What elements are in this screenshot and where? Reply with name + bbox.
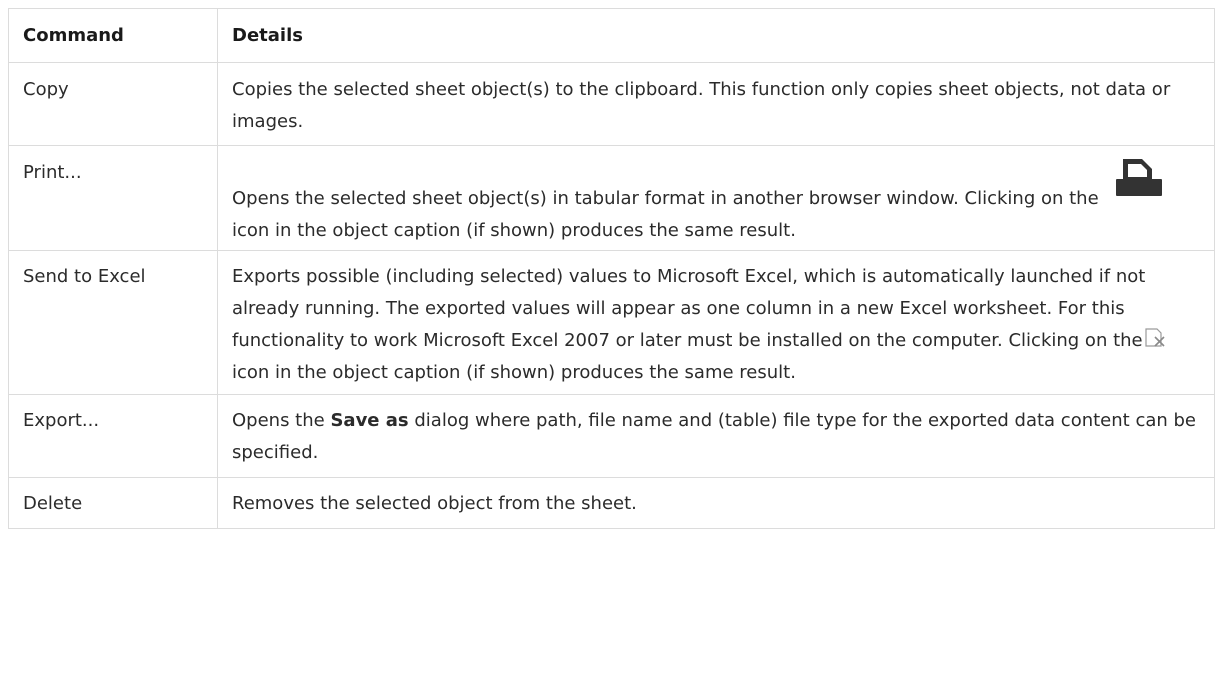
table-row: Send to Excel Exports possible (includin… bbox=[8, 250, 1215, 395]
details-text: Opens the bbox=[232, 410, 325, 431]
save-as-term: Save as bbox=[330, 410, 409, 431]
table-row: Export... Opens the Save as dialog where… bbox=[8, 394, 1215, 478]
details-text: Opens the selected sheet object(s) in ta… bbox=[232, 188, 1099, 209]
details-text: icon in the object caption (if shown) pr… bbox=[232, 220, 796, 241]
header-command: Command bbox=[8, 8, 218, 63]
details-cell: Exports possible (including selected) va… bbox=[217, 250, 1215, 395]
print-icon bbox=[1107, 157, 1170, 215]
command-cell: Export... bbox=[8, 394, 218, 478]
command-cell: Send to Excel bbox=[8, 250, 218, 395]
command-cell: Copy bbox=[8, 62, 218, 146]
details-text: icon in the object caption (if shown) pr… bbox=[232, 362, 796, 383]
details-cell: Removes the selected object from the she… bbox=[217, 477, 1215, 529]
table-row: Delete Removes the selected object from … bbox=[8, 477, 1215, 529]
command-cell: Delete bbox=[8, 477, 218, 529]
details-cell: Opens the Save as dialog where path, fil… bbox=[217, 394, 1215, 478]
table-row: Copy Copies the selected sheet object(s)… bbox=[8, 62, 1215, 146]
command-cell: Print... bbox=[8, 145, 218, 251]
table-header-row: Command Details bbox=[8, 8, 1215, 63]
details-cell: Opens the selected sheet object(s) in ta… bbox=[217, 145, 1215, 251]
excel-icon bbox=[1145, 327, 1167, 347]
header-details: Details bbox=[217, 8, 1215, 63]
details-text: Exports possible (including selected) va… bbox=[232, 266, 1146, 351]
commands-table: Command Details Copy Copies the selected… bbox=[8, 8, 1215, 529]
details-cell: Copies the selected sheet object(s) to t… bbox=[217, 62, 1215, 146]
table-row: Print... Opens the selected sheet object… bbox=[8, 145, 1215, 251]
